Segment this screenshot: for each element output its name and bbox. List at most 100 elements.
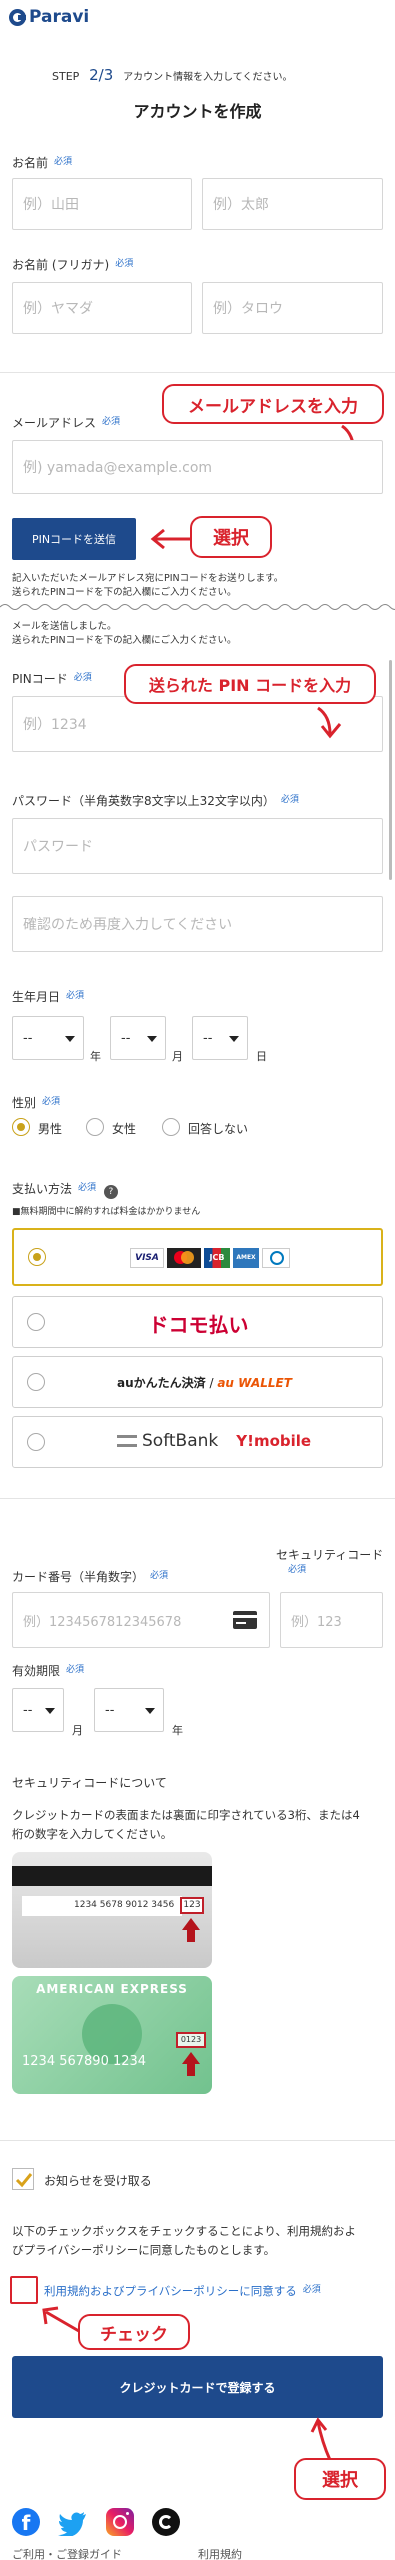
card-front-number: 1234 567890 1234	[22, 2054, 147, 2069]
security-code-required: 必須	[288, 1565, 307, 1575]
card-front-image: AMERICAN EXPRESS 0123 1234 567890 1234	[12, 1976, 212, 2094]
pin-notice: 記入いただいたメールアドレス宛にPINコードをお送りします。 送られたPINコー…	[12, 573, 284, 598]
visa-icon: VISA	[130, 1248, 164, 1268]
callout-pin: 送られた PIN コードを入力	[124, 664, 376, 704]
last-kana-input[interactable]: 例）ヤマダ	[12, 282, 192, 334]
card-front-brand: AMERICAN EXPRESS	[36, 1982, 188, 1996]
diners-icon	[262, 1248, 290, 1268]
arrow-down-icon	[317, 706, 342, 739]
card-number-input[interactable]: 例）1234567812345678	[12, 1592, 270, 1648]
expiry-year-select[interactable]: --	[94, 1688, 164, 1732]
payment-au-option[interactable]: auかんたん決済 / au WALLET	[12, 1356, 383, 1408]
payment-docomo-option[interactable]: ドコモ払い	[12, 1296, 383, 1348]
divider	[0, 2140, 395, 2141]
gender-male-radio[interactable]	[12, 1118, 30, 1136]
newsletter-label[interactable]: お知らせを受け取る	[44, 2172, 152, 2189]
wavy-divider	[0, 604, 395, 610]
birth-day-select[interactable]: --	[192, 1016, 248, 1060]
step-indicator: STEP 2/3 アカウント情報を入力してください。	[52, 66, 293, 84]
newsletter-checkbox[interactable]	[12, 2168, 34, 2190]
payment-credit-option[interactable]: VISA JCB AMEX	[12, 1228, 383, 1286]
gender-female-label[interactable]: 女性	[112, 1120, 136, 1137]
card-logos: VISA JCB AMEX	[130, 1248, 290, 1268]
pin-label: PINコード 必須	[12, 672, 92, 686]
callout-select-2: 選択	[294, 2458, 386, 2500]
check-icon	[15, 2173, 33, 2188]
expiry-month-select[interactable]: --	[12, 1688, 64, 1732]
security-code-label: セキュリティコード	[276, 1548, 384, 1562]
security-info-title: セキュリティコードについて	[12, 1776, 167, 1790]
callout-check: チェック	[78, 2314, 190, 2350]
payment-credit-radio[interactable]	[28, 1248, 46, 1266]
sent-notice: メールを送信しました。 送られたPINコードを下の記入欄にご入力ください。	[12, 621, 237, 646]
facebook-icon[interactable]: f	[12, 2508, 40, 2536]
credit-card-icon	[233, 1611, 257, 1629]
arrow-up-icon	[310, 2417, 332, 2461]
docomo-logo: ドコモ払い	[148, 1313, 249, 1337]
step-text: アカウント情報を入力してください。	[123, 72, 293, 83]
softbank-mark-icon	[117, 1435, 137, 1447]
step-label: STEP	[52, 70, 80, 83]
payment-au-radio[interactable]	[27, 1373, 45, 1391]
kana-label: お名前 (フリガナ) 必須	[12, 258, 134, 272]
email-label: メールアドレス 必須	[12, 416, 121, 430]
agree-label[interactable]: 利用規約およびプライバシーポリシーに同意する 必須	[44, 2282, 321, 2299]
expiry-month-unit: 月	[72, 1724, 83, 1737]
agree-notice: 以下のチェックボックスをチェックすることにより、利用規約およ びプライバシーポリ…	[12, 2224, 356, 2257]
scrollbar[interactable]	[389, 660, 392, 880]
paravi-social-icon[interactable]	[152, 2508, 180, 2536]
au-logo: auかんたん決済 / au WALLET	[117, 1376, 292, 1390]
password-label: パスワード（半角英数字8文字以上32文字以内） 必須	[12, 794, 299, 808]
card-back-image: 1234 5678 9012 3456 123	[12, 1852, 212, 1968]
birth-label: 生年月日 必須	[12, 990, 85, 1004]
divider	[0, 372, 395, 373]
callout-email: メールアドレスを入力	[162, 384, 384, 424]
first-kana-input[interactable]: 例）タロウ	[202, 282, 383, 334]
help-icon[interactable]: ?	[103, 1185, 118, 1199]
name-label: お名前 必須	[12, 156, 73, 170]
birth-year-select[interactable]: --	[12, 1016, 84, 1060]
birth-year-unit: 年	[90, 1050, 101, 1063]
callout-select-1: 選択	[190, 516, 272, 558]
card-back-number: 1234 5678 9012 3456	[74, 1900, 175, 1910]
jcb-icon: JCB	[204, 1248, 230, 1268]
security-code-input[interactable]: 例）123	[280, 1592, 383, 1648]
agree-checkbox[interactable]	[10, 2276, 38, 2304]
amex-icon: AMEX	[233, 1248, 259, 1268]
payment-softbank-option[interactable]: SoftBank Y!mobile	[12, 1416, 383, 1468]
mastercard-icon	[167, 1248, 201, 1268]
paravi-logo-text[interactable]: Paravi	[29, 7, 89, 27]
card-number-label: カード番号（半角数字） 必須	[12, 1570, 169, 1584]
security-info-desc: クレジットカードの表面または裏面に印字されている3桁、または4 桁の数字を入力し…	[12, 1808, 360, 1841]
footer-guide-link[interactable]: ご利用・ご登録ガイド	[12, 2546, 122, 2560]
payment-softbank-radio[interactable]	[27, 1433, 45, 1451]
first-name-input[interactable]: 例）太郎	[202, 178, 383, 230]
gender-female-radio[interactable]	[86, 1118, 104, 1136]
email-input[interactable]: 例) yamada@example.com	[12, 440, 383, 494]
last-name-input[interactable]: 例）山田	[12, 178, 192, 230]
gender-male-label[interactable]: 男性	[38, 1120, 62, 1137]
header: Paravi	[0, 0, 395, 36]
expiry-year-unit: 年	[172, 1724, 183, 1737]
card-back-code: 123	[180, 1897, 204, 1914]
password-input[interactable]: パスワード	[12, 818, 383, 874]
send-pin-button[interactable]: PINコードを送信	[12, 518, 136, 560]
expiry-label: 有効期限 必須	[12, 1664, 85, 1678]
step-number: 2/3	[89, 66, 114, 84]
gender-none-radio[interactable]	[162, 1118, 180, 1136]
payment-label: 支払い方法 必須 ?	[12, 1180, 118, 1199]
password-confirm-input[interactable]: 確認のため再度入力してください	[12, 896, 383, 952]
birth-month-unit: 月	[172, 1050, 183, 1063]
birth-day-unit: 日	[256, 1050, 267, 1063]
twitter-icon[interactable]	[58, 2510, 88, 2536]
submit-button[interactable]: クレジットカードで登録する	[12, 2356, 383, 2418]
footer-terms-link[interactable]: 利用規約	[198, 2546, 242, 2560]
instagram-icon[interactable]	[106, 2508, 134, 2536]
card-front-code: 0123	[176, 2032, 206, 2048]
page-title: アカウントを作成	[133, 102, 262, 121]
paravi-logo-icon[interactable]	[9, 9, 26, 26]
gender-label: 性別 必須	[12, 1096, 61, 1110]
gender-none-label[interactable]: 回答しない	[188, 1120, 248, 1137]
birth-month-select[interactable]: --	[110, 1016, 166, 1060]
payment-note: ■無料期間中に解約すれば料金はかかりません	[12, 1207, 201, 1217]
